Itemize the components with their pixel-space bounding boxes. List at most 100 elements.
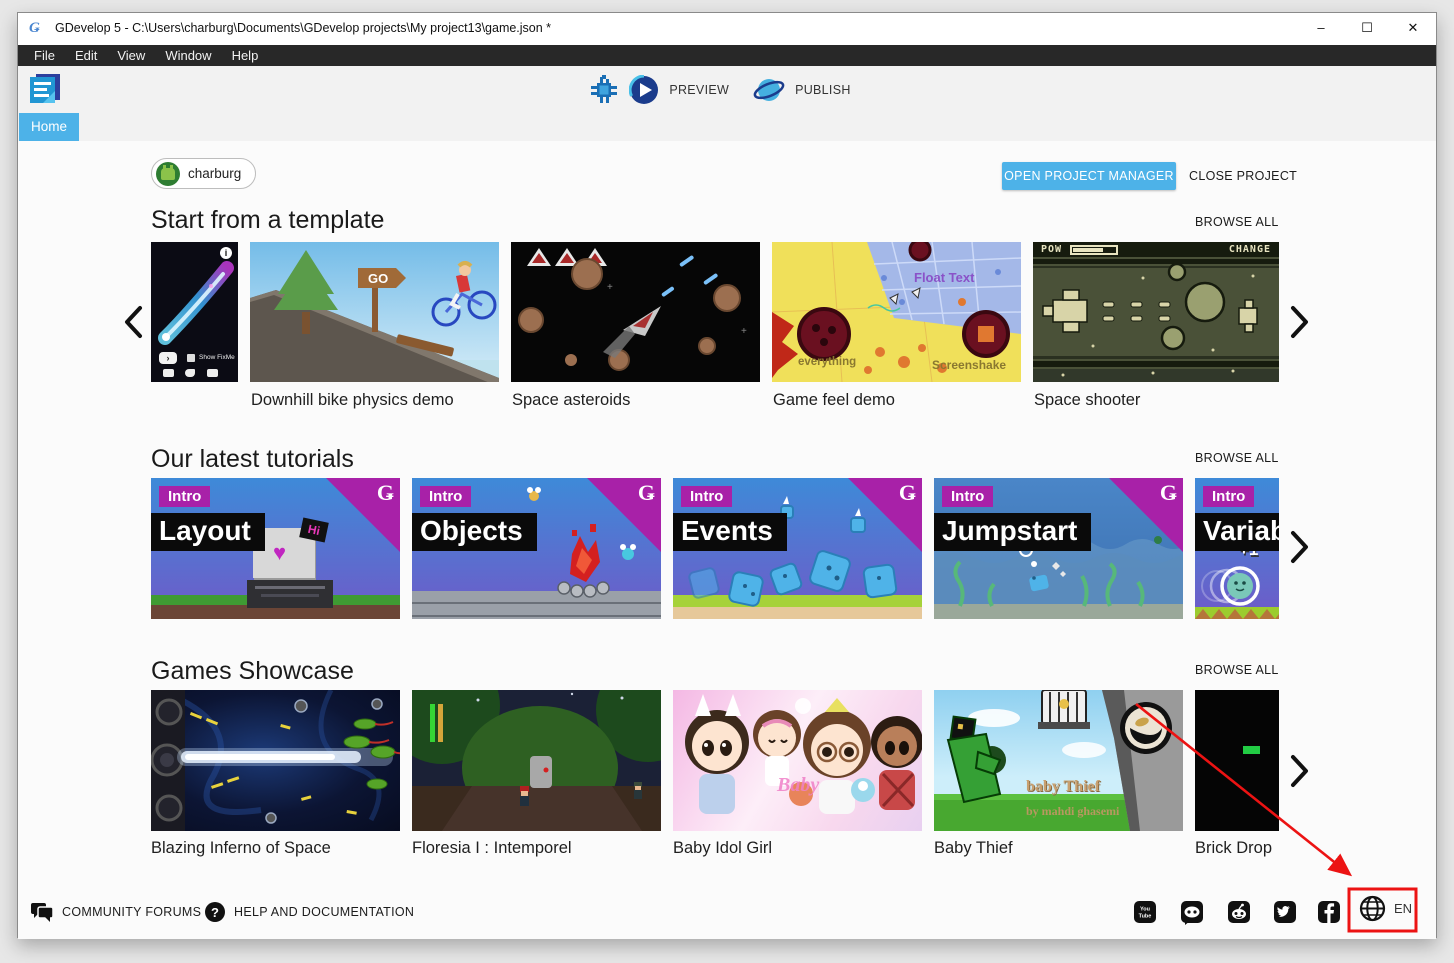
tutorial-word-events: Events bbox=[673, 513, 787, 551]
tutorial-word-variables: Variab bbox=[1195, 513, 1279, 551]
intro-badge: Intro bbox=[942, 486, 993, 507]
svg-text:+: + bbox=[741, 326, 747, 337]
tab-home[interactable]: Home bbox=[19, 113, 79, 141]
asteroids-art: + + bbox=[511, 242, 760, 382]
preview-label[interactable]: PREVIEW bbox=[669, 83, 729, 97]
svg-text:Tube: Tube bbox=[1139, 914, 1152, 920]
brick-art bbox=[1243, 746, 1260, 754]
close-project-button[interactable]: CLOSE PROJECT bbox=[1181, 162, 1305, 190]
tab-strip: Home bbox=[18, 113, 1436, 141]
intro-badge: Intro bbox=[1203, 486, 1254, 507]
globe-icon bbox=[1359, 895, 1386, 922]
templates-right-arrow[interactable] bbox=[1289, 304, 1311, 340]
browse-all-templates[interactable]: BROWSE ALL bbox=[1195, 215, 1279, 229]
carousel-left-arrow[interactable] bbox=[122, 304, 144, 340]
tutorial-card-events[interactable]: Ǥ Intro Events bbox=[673, 478, 922, 619]
tutorial-card-jumpstart[interactable]: Ǥ Intro Jumpstart bbox=[934, 478, 1183, 619]
caption-asteroids: Space asteroids bbox=[512, 391, 630, 410]
floresia-art bbox=[412, 690, 661, 831]
showcase-right-arrow[interactable] bbox=[1289, 753, 1311, 789]
showcase-card-brickdrop[interactable] bbox=[1195, 690, 1279, 831]
publish-label[interactable]: PUBLISH bbox=[795, 83, 851, 97]
tutorial-card-variables[interactable]: +1 Intro Variab bbox=[1195, 478, 1279, 619]
caption-shooter: Space shooter bbox=[1034, 391, 1140, 410]
window-title: GDevelop 5 - C:\Users\charburg\Documents… bbox=[55, 21, 551, 35]
help-docs-link[interactable]: ? HELP AND DOCUMENTATION bbox=[204, 899, 414, 925]
babyidol-art bbox=[673, 690, 922, 831]
template-card-gamefeel[interactable]: Float Text everything Screenshake bbox=[772, 242, 1021, 382]
intro-badge: Intro bbox=[159, 486, 210, 507]
preview-play-icon[interactable] bbox=[629, 75, 659, 105]
info-icon: i bbox=[220, 247, 232, 259]
play-overlay-icon: › bbox=[159, 352, 177, 364]
gdevelop-glyph-icon: Ǥ bbox=[638, 482, 655, 504]
menu-window[interactable]: Window bbox=[155, 45, 221, 66]
avatar bbox=[156, 162, 180, 186]
menu-help[interactable]: Help bbox=[222, 45, 269, 66]
caption-brickdrop: Brick Drop bbox=[1195, 839, 1272, 858]
tutorial-word-layout: Layout bbox=[151, 513, 265, 551]
showcase-card-babyidol[interactable]: Baby bbox=[673, 690, 922, 831]
svg-text:+: + bbox=[607, 282, 613, 293]
community-forums-label: COMMUNITY FORUMS bbox=[62, 905, 201, 919]
overlay-text: Show FixMe bbox=[199, 354, 235, 361]
caption-bike: Downhill bike physics demo bbox=[251, 391, 454, 410]
publish-planet-icon[interactable] bbox=[753, 75, 785, 105]
showcase-card-blazing[interactable] bbox=[151, 690, 400, 831]
template-card-asteroids[interactable]: + + bbox=[511, 242, 760, 382]
toolbar: PREVIEW PUBLISH bbox=[18, 66, 1436, 113]
close-button[interactable]: ✕ bbox=[1390, 13, 1436, 45]
tutorial-card-objects[interactable]: Ǥ Intro Objects bbox=[412, 478, 661, 619]
language-selector[interactable]: EN bbox=[1359, 895, 1412, 922]
bike-art: GO bbox=[250, 242, 499, 382]
checkbox-icon bbox=[187, 354, 195, 362]
menu-bar: File Edit View Window Help bbox=[18, 45, 1436, 66]
tutorial-word-objects: Objects bbox=[412, 513, 537, 551]
menu-view[interactable]: View bbox=[107, 45, 155, 66]
menu-edit[interactable]: Edit bbox=[65, 45, 107, 66]
tutorial-card-layout[interactable]: ♥ Hi Ǥ Intro Layout bbox=[151, 478, 400, 619]
gdevelop-window: Ǥ GDevelop 5 - C:\Users\charburg\Documen… bbox=[17, 12, 1437, 938]
section-title-templates: Start from a template bbox=[151, 206, 384, 235]
intro-badge: Intro bbox=[681, 486, 732, 507]
minimize-button[interactable]: – bbox=[1298, 13, 1344, 45]
intro-badge: Intro bbox=[420, 486, 471, 507]
help-docs-label: HELP AND DOCUMENTATION bbox=[234, 905, 414, 919]
caption-babyidol: Baby Idol Girl bbox=[673, 839, 772, 858]
baby-logo-text: Baby bbox=[777, 774, 819, 797]
template-card-shooter[interactable]: POW CHANGE bbox=[1033, 242, 1279, 382]
user-chip[interactable]: charburg bbox=[151, 158, 256, 189]
svg-text:You: You bbox=[1140, 907, 1150, 913]
everything-label: everything bbox=[798, 356, 856, 368]
panel-art bbox=[247, 580, 333, 608]
tutorials-right-arrow[interactable] bbox=[1289, 529, 1311, 565]
community-forums-link[interactable]: COMMUNITY FORUMS bbox=[30, 899, 201, 925]
float-text-label: Float Text bbox=[914, 270, 974, 285]
debugger-icon[interactable] bbox=[589, 75, 619, 105]
facebook-icon[interactable] bbox=[1318, 901, 1340, 923]
gdevelop-glyph-icon: Ǥ bbox=[1160, 482, 1177, 504]
twitter-icon[interactable] bbox=[1274, 901, 1296, 923]
browse-all-tutorials[interactable]: BROWSE ALL bbox=[1195, 451, 1279, 465]
caption-babythief: Baby Thief bbox=[934, 839, 1013, 858]
template-card-partial[interactable]: i › Show FixMe bbox=[151, 242, 238, 382]
maximize-button[interactable]: ☐ bbox=[1344, 13, 1390, 45]
showcase-card-babythief[interactable]: baby Thief by mahdi ghasemi bbox=[934, 690, 1183, 831]
reddit-icon[interactable] bbox=[1228, 901, 1250, 923]
svg-text:GO: GO bbox=[368, 271, 388, 286]
browse-all-showcase[interactable]: BROWSE ALL bbox=[1195, 663, 1279, 677]
change-label: CHANGE bbox=[1229, 244, 1271, 255]
section-title-tutorials: Our latest tutorials bbox=[151, 445, 354, 474]
template-card-bike[interactable]: GO bbox=[250, 242, 499, 382]
shooter-art bbox=[1033, 242, 1279, 382]
open-project-manager-button[interactable]: OPEN PROJECT MANAGER bbox=[1002, 162, 1176, 190]
discord-icon[interactable] bbox=[1181, 901, 1203, 923]
babythief-title: baby Thief bbox=[1026, 778, 1100, 796]
showcase-card-floresia[interactable] bbox=[412, 690, 661, 831]
caption-blazing: Blazing Inferno of Space bbox=[151, 839, 331, 858]
youtube-icon[interactable]: You Tube bbox=[1134, 901, 1156, 923]
babythief-subtitle: by mahdi ghasemi bbox=[1026, 804, 1119, 819]
menu-file[interactable]: File bbox=[24, 45, 65, 66]
gdevelop-logo-icon: Ǥ bbox=[29, 19, 47, 37]
gdevelop-glyph-icon: Ǥ bbox=[899, 482, 916, 504]
